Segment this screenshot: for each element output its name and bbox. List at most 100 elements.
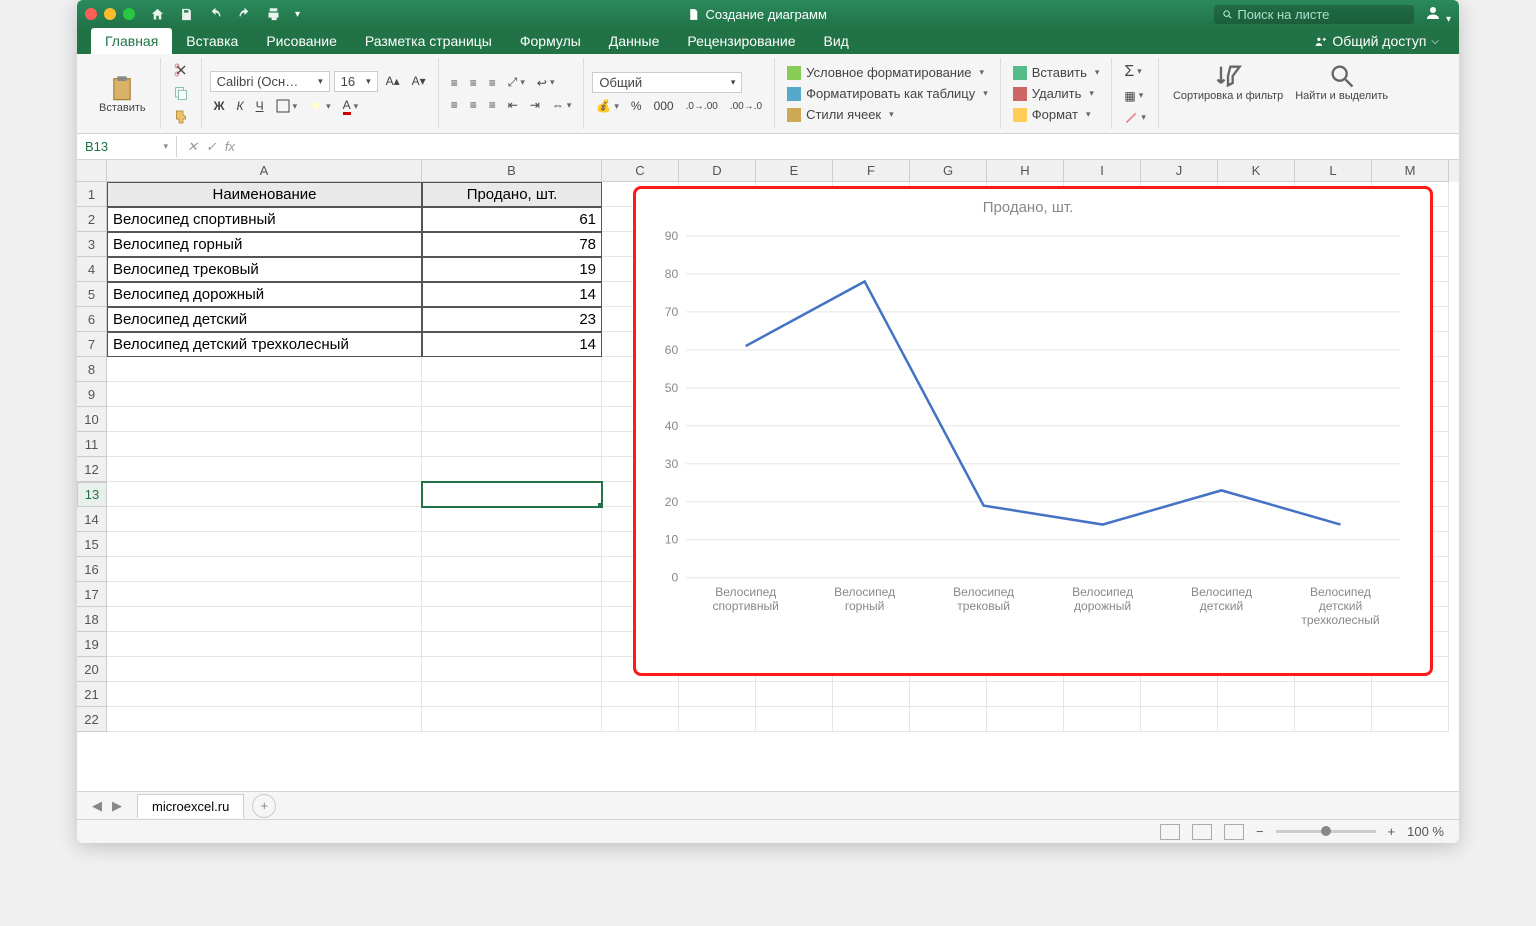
insert-cells-button[interactable]: Вставить bbox=[1009, 62, 1104, 83]
cell[interactable] bbox=[422, 507, 602, 532]
cell[interactable] bbox=[107, 557, 422, 582]
sheet-prev-icon[interactable]: ◀ bbox=[87, 798, 107, 814]
cell[interactable]: Велосипед спортивный bbox=[107, 207, 422, 232]
row-header[interactable]: 2 bbox=[77, 207, 107, 232]
italic-button[interactable]: К bbox=[233, 97, 248, 115]
cell[interactable] bbox=[107, 482, 422, 507]
cell[interactable] bbox=[1064, 707, 1141, 732]
cell[interactable] bbox=[1372, 682, 1449, 707]
merge-icon[interactable]: ⇔ bbox=[548, 96, 576, 114]
clear-icon[interactable] bbox=[1120, 109, 1150, 127]
align-center-icon[interactable]: ≡ bbox=[466, 96, 481, 114]
cell[interactable] bbox=[422, 557, 602, 582]
font-name-select[interactable]: Calibri (Осн…▾ bbox=[210, 71, 330, 92]
tab-данные[interactable]: Данные bbox=[595, 28, 674, 54]
row-header[interactable]: 10 bbox=[77, 407, 107, 432]
row-header[interactable]: 4 bbox=[77, 257, 107, 282]
cell[interactable] bbox=[107, 532, 422, 557]
accept-formula-icon[interactable]: ✓ bbox=[206, 139, 217, 155]
decrease-decimal-icon[interactable]: .00→.0 bbox=[726, 99, 766, 114]
cell[interactable] bbox=[422, 707, 602, 732]
cell[interactable] bbox=[107, 407, 422, 432]
cell[interactable] bbox=[1218, 682, 1295, 707]
page-layout-view-icon[interactable] bbox=[1192, 824, 1212, 840]
zoom-out-icon[interactable]: − bbox=[1256, 824, 1264, 839]
cell[interactable] bbox=[910, 707, 987, 732]
row-header[interactable]: 19 bbox=[77, 632, 107, 657]
tab-рисование[interactable]: Рисование bbox=[252, 28, 351, 54]
row-header[interactable]: 21 bbox=[77, 682, 107, 707]
paste-button[interactable]: Вставить bbox=[93, 70, 152, 118]
row-header[interactable]: 15 bbox=[77, 532, 107, 557]
find-select-button[interactable]: Найти и выделить bbox=[1289, 58, 1394, 129]
cell-styles-button[interactable]: Стили ячеек bbox=[783, 104, 992, 125]
cell[interactable] bbox=[756, 707, 833, 732]
row-header[interactable]: 7 bbox=[77, 332, 107, 357]
home-icon[interactable] bbox=[150, 7, 165, 22]
fx-icon[interactable]: fx bbox=[225, 139, 235, 154]
add-sheet-button[interactable]: + bbox=[252, 794, 276, 818]
share-button[interactable]: Общий доступ ⌵ bbox=[1304, 28, 1449, 54]
col-header[interactable]: B bbox=[422, 160, 602, 182]
cell[interactable] bbox=[107, 707, 422, 732]
cell[interactable] bbox=[107, 682, 422, 707]
cell[interactable] bbox=[1141, 707, 1218, 732]
cell[interactable] bbox=[602, 707, 679, 732]
cell[interactable]: Велосипед детский трехколесный bbox=[107, 332, 422, 357]
cell[interactable] bbox=[107, 607, 422, 632]
cell[interactable]: Велосипед трековый bbox=[107, 257, 422, 282]
cell[interactable]: 23 bbox=[422, 307, 602, 332]
increase-font-icon[interactable]: A▴ bbox=[382, 72, 404, 90]
col-header[interactable]: E bbox=[756, 160, 833, 182]
cell[interactable] bbox=[107, 632, 422, 657]
sort-filter-button[interactable]: Сортировка и фильтр bbox=[1167, 58, 1289, 129]
cell[interactable]: Наименование bbox=[107, 182, 422, 207]
align-right-icon[interactable]: ≡ bbox=[485, 96, 500, 114]
cell[interactable] bbox=[422, 407, 602, 432]
cancel-formula-icon[interactable]: ✕ bbox=[187, 139, 198, 155]
cell[interactable] bbox=[833, 707, 910, 732]
cell[interactable]: 19 bbox=[422, 257, 602, 282]
save-icon[interactable] bbox=[179, 7, 194, 22]
cell[interactable] bbox=[107, 382, 422, 407]
cell[interactable] bbox=[107, 457, 422, 482]
cut-icon[interactable] bbox=[169, 60, 193, 80]
tab-разметка страницы[interactable]: Разметка страницы bbox=[351, 28, 506, 54]
col-header[interactable]: L bbox=[1295, 160, 1372, 182]
user-icon[interactable]: ▾ bbox=[1424, 4, 1451, 25]
tab-главная[interactable]: Главная bbox=[91, 28, 172, 54]
zoom-in-icon[interactable]: + bbox=[1388, 824, 1396, 839]
tab-формулы[interactable]: Формулы bbox=[506, 28, 595, 54]
autosum-icon[interactable]: Σ bbox=[1120, 61, 1145, 83]
col-header[interactable]: C bbox=[602, 160, 679, 182]
page-break-view-icon[interactable] bbox=[1224, 824, 1244, 840]
cell[interactable] bbox=[422, 432, 602, 457]
decrease-indent-icon[interactable]: ⇤ bbox=[504, 96, 522, 114]
row-header[interactable]: 17 bbox=[77, 582, 107, 607]
zoom-level[interactable]: 100 % bbox=[1407, 824, 1444, 839]
close-icon[interactable] bbox=[85, 8, 97, 20]
cell[interactable]: 78 bbox=[422, 232, 602, 257]
percent-icon[interactable]: % bbox=[627, 97, 646, 115]
cell[interactable] bbox=[422, 582, 602, 607]
cell[interactable] bbox=[107, 582, 422, 607]
cell[interactable] bbox=[910, 682, 987, 707]
row-header[interactable]: 16 bbox=[77, 557, 107, 582]
cell[interactable]: 14 bbox=[422, 282, 602, 307]
row-header[interactable]: 3 bbox=[77, 232, 107, 257]
redo-icon[interactable] bbox=[237, 7, 252, 22]
print-icon[interactable] bbox=[266, 7, 281, 22]
cell[interactable] bbox=[1295, 682, 1372, 707]
row-header[interactable]: 13 bbox=[77, 482, 107, 507]
cell[interactable] bbox=[1064, 682, 1141, 707]
row-header[interactable]: 6 bbox=[77, 307, 107, 332]
increase-indent-icon[interactable]: ⇥ bbox=[526, 96, 544, 114]
cell[interactable] bbox=[422, 632, 602, 657]
cell[interactable] bbox=[422, 382, 602, 407]
cell[interactable] bbox=[987, 682, 1064, 707]
bold-button[interactable]: Ж bbox=[210, 97, 229, 115]
conditional-formatting-button[interactable]: Условное форматирование bbox=[783, 62, 992, 83]
select-all-corner[interactable] bbox=[77, 160, 107, 182]
chart-object[interactable]: Продано, шт. 0102030405060708090Велосипе… bbox=[633, 186, 1433, 676]
spreadsheet-grid[interactable]: ABCDEFGHIJKLM 12345678910111213141516171… bbox=[77, 160, 1459, 791]
